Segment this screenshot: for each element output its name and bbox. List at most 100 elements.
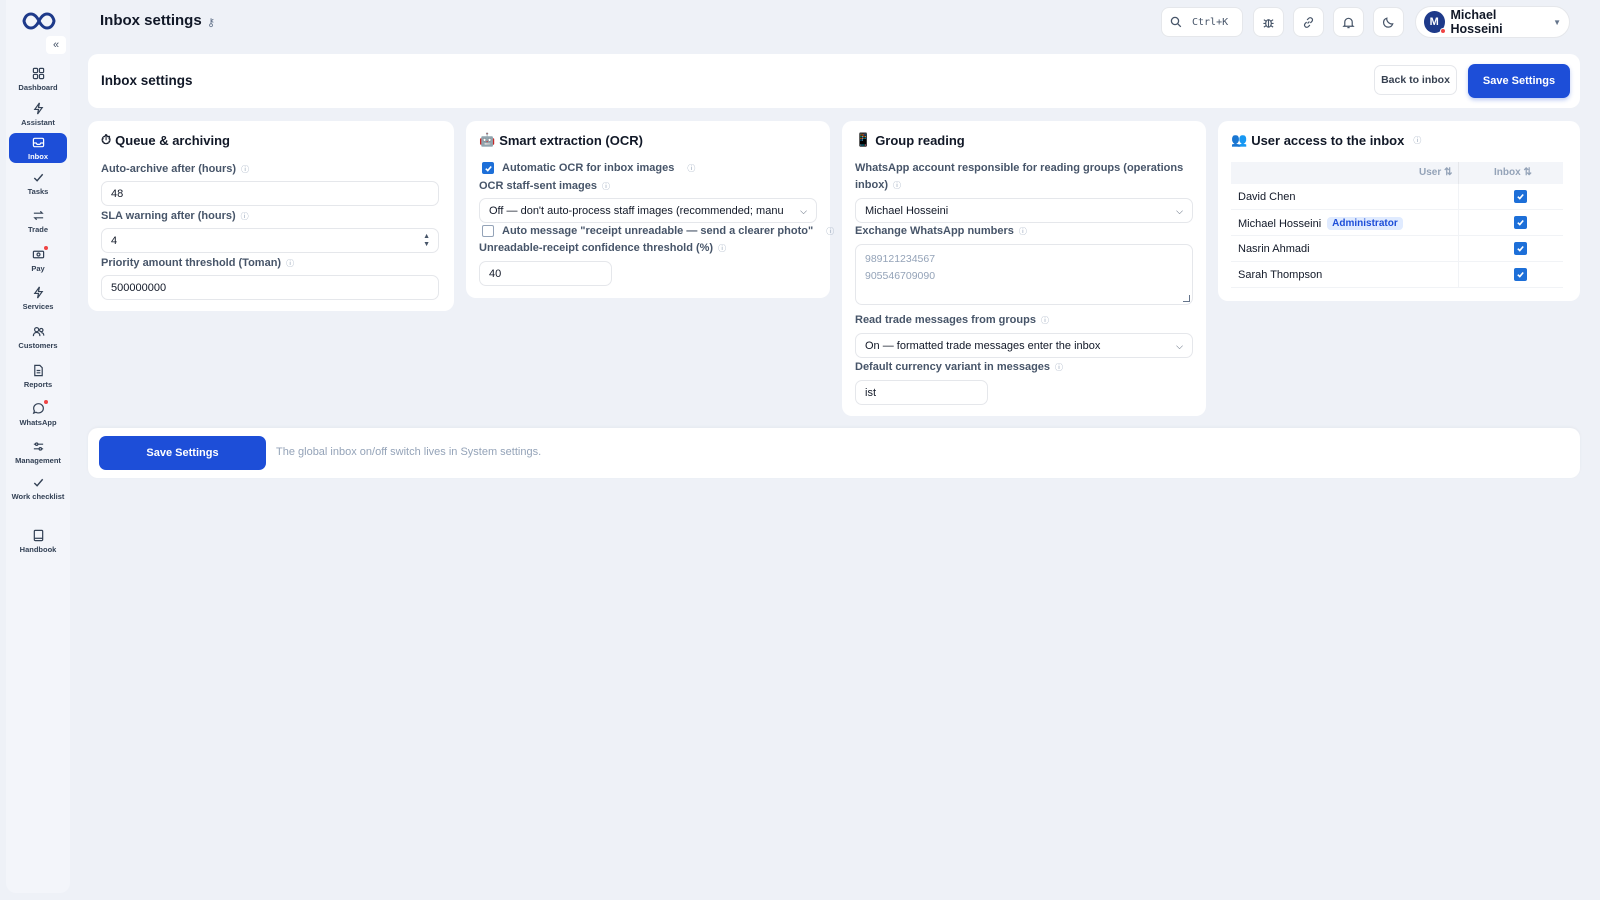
theme-toggle-button[interactable] [1373, 7, 1404, 37]
sidebar-item-pay[interactable]: Pay [9, 245, 67, 275]
chevron-down-icon: ⌵ [1176, 341, 1183, 351]
users-icon [31, 325, 45, 339]
user-name: Sarah Thompson [1238, 269, 1323, 281]
sidebar-item-assistant[interactable]: Assistant [9, 99, 67, 129]
read-trade-select[interactable]: On — formatted trade messages enter the … [855, 333, 1193, 358]
priority-threshold-label: Priority amount threshold (Toman) ⓘ [101, 257, 295, 269]
sidebar-item-label: Tasks [27, 186, 49, 196]
notifications-button[interactable] [1333, 7, 1364, 37]
inbox-access-checkbox[interactable] [1514, 190, 1527, 203]
footer-save-settings-button[interactable]: Save Settings [99, 436, 266, 470]
resize-handle-icon[interactable] [1183, 295, 1190, 302]
info-icon: ⓘ [826, 226, 835, 236]
info-icon: ⓘ [1413, 135, 1422, 145]
phone-icon: 📱 [855, 132, 872, 147]
info-icon: ⓘ [601, 182, 610, 191]
whatsapp-account-label: WhatsApp account responsible for reading… [855, 162, 1184, 174]
status-dot [1439, 28, 1446, 34]
key-icon: ⚷ [207, 17, 216, 29]
table-row: Michael Hosseini Administrator [1231, 210, 1563, 236]
search-button[interactable]: Ctrl+K [1161, 7, 1243, 37]
sidebar-item-handbook[interactable]: Handbook [9, 526, 67, 556]
auto-ocr-checkbox-row[interactable]: Automatic OCR for inbox images ⓘ [482, 162, 695, 174]
info-icon: ⓘ [241, 165, 250, 174]
info-icon: ⓘ [893, 181, 901, 190]
link-icon [1303, 16, 1314, 28]
inbox-access-checkbox[interactable] [1514, 242, 1527, 255]
inbox-icon [31, 136, 45, 150]
auto-message-checkbox-row[interactable]: Auto message "receipt unreadable — send … [482, 225, 834, 237]
stopwatch-icon: ⏱ [101, 132, 112, 147]
sidebar-item-reports[interactable]: Reports [9, 361, 67, 391]
sidebar-item-label: WhatsApp [19, 417, 57, 427]
user-name: Nasrin Ahmadi [1238, 243, 1310, 255]
notification-dot [44, 399, 48, 404]
ocr-staff-select[interactable]: Off — don't auto-process staff images (r… [479, 198, 817, 223]
chevron-down-icon: ⌵ [1176, 206, 1183, 216]
sidebar-item-services[interactable]: Services [9, 283, 67, 313]
inbox-access-checkbox[interactable] [1514, 268, 1527, 281]
page-header: Inbox settings Back to inbox Save Settin… [88, 54, 1580, 108]
save-settings-button[interactable]: Save Settings [1468, 64, 1570, 98]
ocr-card: 🤖 Smart extraction (OCR) Automatic OCR f… [466, 121, 834, 298]
queue-archiving-card: ⏱ Queue & archiving Auto-archive after (… [88, 121, 454, 311]
sidebar-item-whatsapp[interactable]: WhatsApp [9, 399, 67, 429]
currency-variant-label: Default currency variant in messages ⓘ [855, 361, 1064, 373]
sidebar: « Dashboard Assistant Inbox Tasks Trade … [6, 0, 70, 893]
search-icon [1170, 16, 1182, 28]
sidebar-item-work-checklist[interactable]: Work checklist [9, 473, 67, 503]
inbox-access-checkbox[interactable] [1514, 216, 1527, 229]
users-icon: 👥 [1231, 132, 1248, 147]
dashboard-icon [31, 67, 45, 81]
auto-archive-input[interactable]: 48 [101, 181, 439, 206]
user-name: Michael Hosseini [1238, 217, 1322, 230]
ocr-staff-label: OCR staff-sent images ⓘ [479, 180, 610, 192]
app-logo[interactable] [22, 10, 56, 32]
info-icon: ⓘ [1018, 227, 1027, 236]
link-button[interactable] [1293, 7, 1324, 37]
sla-warning-input[interactable]: 4 ▲ ▼ [101, 228, 439, 253]
user-menu[interactable]: M Michael Hosseini ▼ [1415, 6, 1570, 38]
currency-variant-input[interactable]: ist [855, 380, 988, 405]
column-header-inbox[interactable]: Inbox ⇅ [1494, 167, 1532, 178]
sidebar-item-label: Trade [27, 224, 48, 234]
bug-report-button[interactable] [1253, 7, 1284, 37]
whatsapp-account-select[interactable]: Michael Hosseini ⌵ [855, 198, 1193, 223]
bolt-icon [31, 102, 45, 116]
card-title: 👥 User access to the inbox ⓘ [1231, 132, 1422, 148]
role-badge: Administrator [1327, 217, 1403, 230]
sidebar-item-label: Inbox [28, 151, 48, 161]
card-title: 🤖 Smart extraction (OCR) [479, 132, 643, 148]
info-icon: ⓘ [718, 244, 727, 253]
sidebar-item-tasks[interactable]: Tasks [9, 168, 67, 198]
info-icon: ⓘ [286, 259, 295, 268]
bolt-icon [31, 286, 45, 300]
table-row: Sarah Thompson [1231, 262, 1563, 288]
sidebar-item-management[interactable]: Management [9, 437, 67, 467]
sidebar-item-dashboard[interactable]: Dashboard [9, 64, 67, 94]
table-header: User ⇅ Inbox ⇅ [1231, 162, 1563, 184]
confidence-threshold-input[interactable]: 40 [479, 261, 612, 286]
card-title: ⏱ Queue & archiving [101, 132, 231, 148]
exchange-numbers-textarea[interactable]: 989121234567 905546709090 [855, 244, 1193, 305]
sidebar-item-inbox[interactable]: Inbox [9, 133, 67, 163]
sidebar-item-customers[interactable]: Customers [9, 322, 67, 352]
robot-icon: 🤖 [479, 132, 496, 147]
column-header-user[interactable]: User ⇅ [1419, 167, 1452, 178]
group-reading-card: 📱 Group reading WhatsApp account respons… [842, 121, 1206, 416]
page-title: Inbox settings [100, 12, 202, 29]
info-icon: ⓘ [1040, 316, 1049, 325]
double-chevron-left-icon: « [52, 39, 60, 51]
avatar: M [1424, 11, 1446, 34]
file-icon [31, 364, 45, 378]
sliders-icon [31, 440, 45, 454]
sidebar-item-trade[interactable]: Trade [9, 206, 67, 236]
collapse-sidebar-button[interactable]: « [46, 36, 66, 54]
priority-threshold-input[interactable]: 500000000 [101, 275, 439, 300]
bell-icon [1342, 17, 1355, 28]
notification-dot [44, 245, 48, 250]
number-stepper-icon[interactable]: ▲ ▼ [423, 233, 430, 249]
auto-ocr-checkbox[interactable] [482, 162, 494, 174]
back-to-inbox-button[interactable]: Back to inbox [1374, 65, 1457, 95]
auto-message-checkbox[interactable] [482, 225, 494, 237]
